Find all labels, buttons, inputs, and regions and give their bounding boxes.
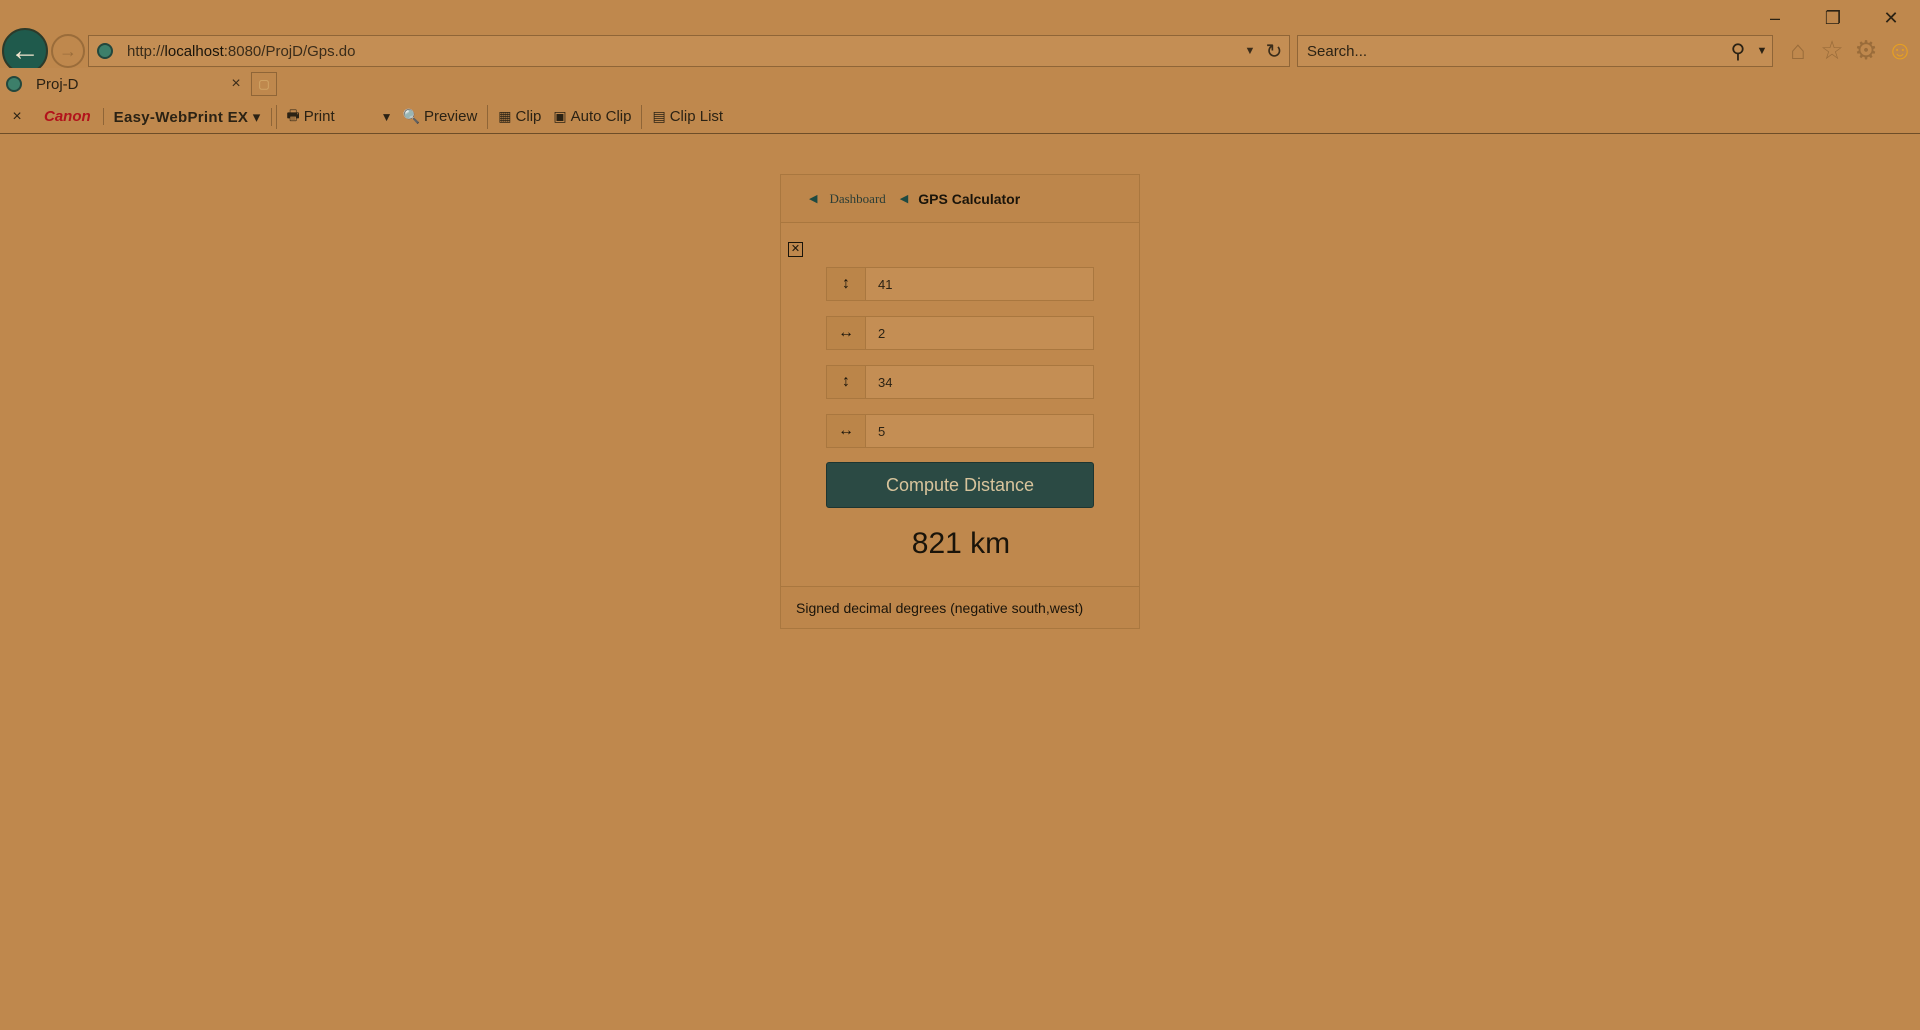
site-favicon-icon — [97, 43, 113, 59]
clip-list-button[interactable]: ▤ Clip List — [646, 108, 729, 125]
latitude-arrow-icon: ↕ — [827, 366, 866, 398]
distance-result: 821 km — [911, 527, 1011, 560]
command-bar-close-icon[interactable]: × — [0, 108, 34, 126]
window-controls: – ❐ ✕ — [1746, 4, 1920, 32]
help-footer: Signed decimal degrees (negative south,w… — [781, 586, 1139, 628]
longitude-arrow-icon: ↔ — [827, 415, 866, 447]
clip-icon: ▦ — [498, 108, 512, 124]
search-dropdown-icon[interactable]: ▼ — [1752, 45, 1772, 57]
gps-calculator-panel: ◀ Dashboard ◀ GPS Calculator ✕ ↕ ↔ ↕ ↔ C… — [780, 174, 1140, 629]
caret-left-icon: ◀ — [809, 193, 818, 205]
page-title: GPS Calculator — [918, 190, 1021, 207]
separator — [641, 104, 643, 129]
address-url[interactable]: http://localhost:8080/ProjD/Gps.do — [127, 43, 1241, 60]
browser-tools: ⌂ ☆ ⚙ ☺ — [1784, 35, 1914, 65]
auto-clip-icon: ▣ — [553, 108, 567, 124]
command-bar: × Canon Easy-WebPrint EX ▾ 🖶 Print ▼ 🔍 Pre… — [0, 100, 1920, 134]
tab-title: Proj-D — [36, 75, 79, 93]
forward-arrow-icon[interactable]: → — [51, 34, 85, 68]
print-button[interactable]: 🖶 Print — [281, 105, 341, 129]
clip-button[interactable]: ▦ Clip — [492, 108, 547, 125]
restore-icon[interactable]: ❐ — [1804, 4, 1862, 32]
compute-distance-button[interactable]: Compute Distance — [826, 462, 1094, 508]
tab-favicon-icon — [6, 76, 22, 92]
home-icon[interactable]: ⌂ — [1784, 35, 1812, 65]
browser-toolbar: ← → http://localhost:8080/ProjD/Gps.do ▼… — [0, 0, 1920, 74]
latitude-arrow-icon: ↕ — [827, 268, 866, 300]
latitude-2-field: ↕ — [826, 365, 1094, 399]
breadcrumb: ◀ Dashboard ◀ GPS Calculator — [781, 175, 1139, 223]
canon-logo: Canon — [34, 108, 104, 125]
favorites-star-icon[interactable]: ☆ — [1818, 35, 1846, 65]
tab-strip: Proj-D × ▢ — [0, 68, 1920, 100]
longitude-arrow-icon: ↔ — [827, 317, 866, 349]
address-bar[interactable]: http://localhost:8080/ProjD/Gps.do ▼ ↻ — [88, 35, 1290, 67]
preview-button[interactable]: 🔍 Preview — [397, 108, 484, 125]
separator — [275, 104, 277, 129]
settings-gear-icon[interactable]: ⚙ — [1852, 35, 1880, 65]
latitude-1-field: ↕ — [826, 267, 1094, 301]
separator — [487, 104, 489, 129]
longitude-2-input[interactable] — [866, 415, 1093, 447]
tab-proj-d[interactable]: Proj-D × — [0, 68, 250, 100]
search-icon[interactable]: ⚲ — [1724, 39, 1752, 64]
search-box[interactable]: Search... ⚲ ▼ — [1297, 35, 1773, 67]
feedback-smiley-icon[interactable]: ☺ — [1886, 35, 1914, 65]
easy-webprint-menu[interactable]: Easy-WebPrint EX ▾ — [104, 107, 272, 126]
breadcrumb-dashboard-link[interactable]: Dashboard — [829, 191, 885, 207]
search-input[interactable]: Search... — [1298, 43, 1724, 60]
clip-list-icon: ▤ — [652, 108, 666, 124]
longitude-1-input[interactable] — [866, 317, 1093, 349]
print-dropdown-icon[interactable]: ▼ — [381, 110, 393, 124]
latitude-2-input[interactable] — [866, 366, 1093, 398]
address-dropdown-icon[interactable]: ▼ — [1241, 45, 1259, 57]
longitude-1-field: ↔ — [826, 316, 1094, 350]
refresh-icon[interactable]: ↻ — [1259, 39, 1289, 64]
latitude-1-input[interactable] — [866, 268, 1093, 300]
longitude-2-field: ↔ — [826, 414, 1094, 448]
close-window-icon[interactable]: ✕ — [1862, 4, 1920, 32]
tab-close-icon[interactable]: × — [222, 75, 250, 93]
minimize-icon[interactable]: – — [1746, 4, 1804, 32]
new-tab-icon[interactable]: ▢ — [251, 72, 277, 96]
close-icon[interactable]: ✕ — [788, 242, 803, 257]
caret-left-icon: ◀ — [899, 193, 909, 205]
preview-icon: 🔍 — [402, 108, 420, 124]
printer-icon: 🖶 — [286, 106, 300, 123]
auto-clip-button[interactable]: ▣ Auto Clip — [547, 108, 637, 125]
